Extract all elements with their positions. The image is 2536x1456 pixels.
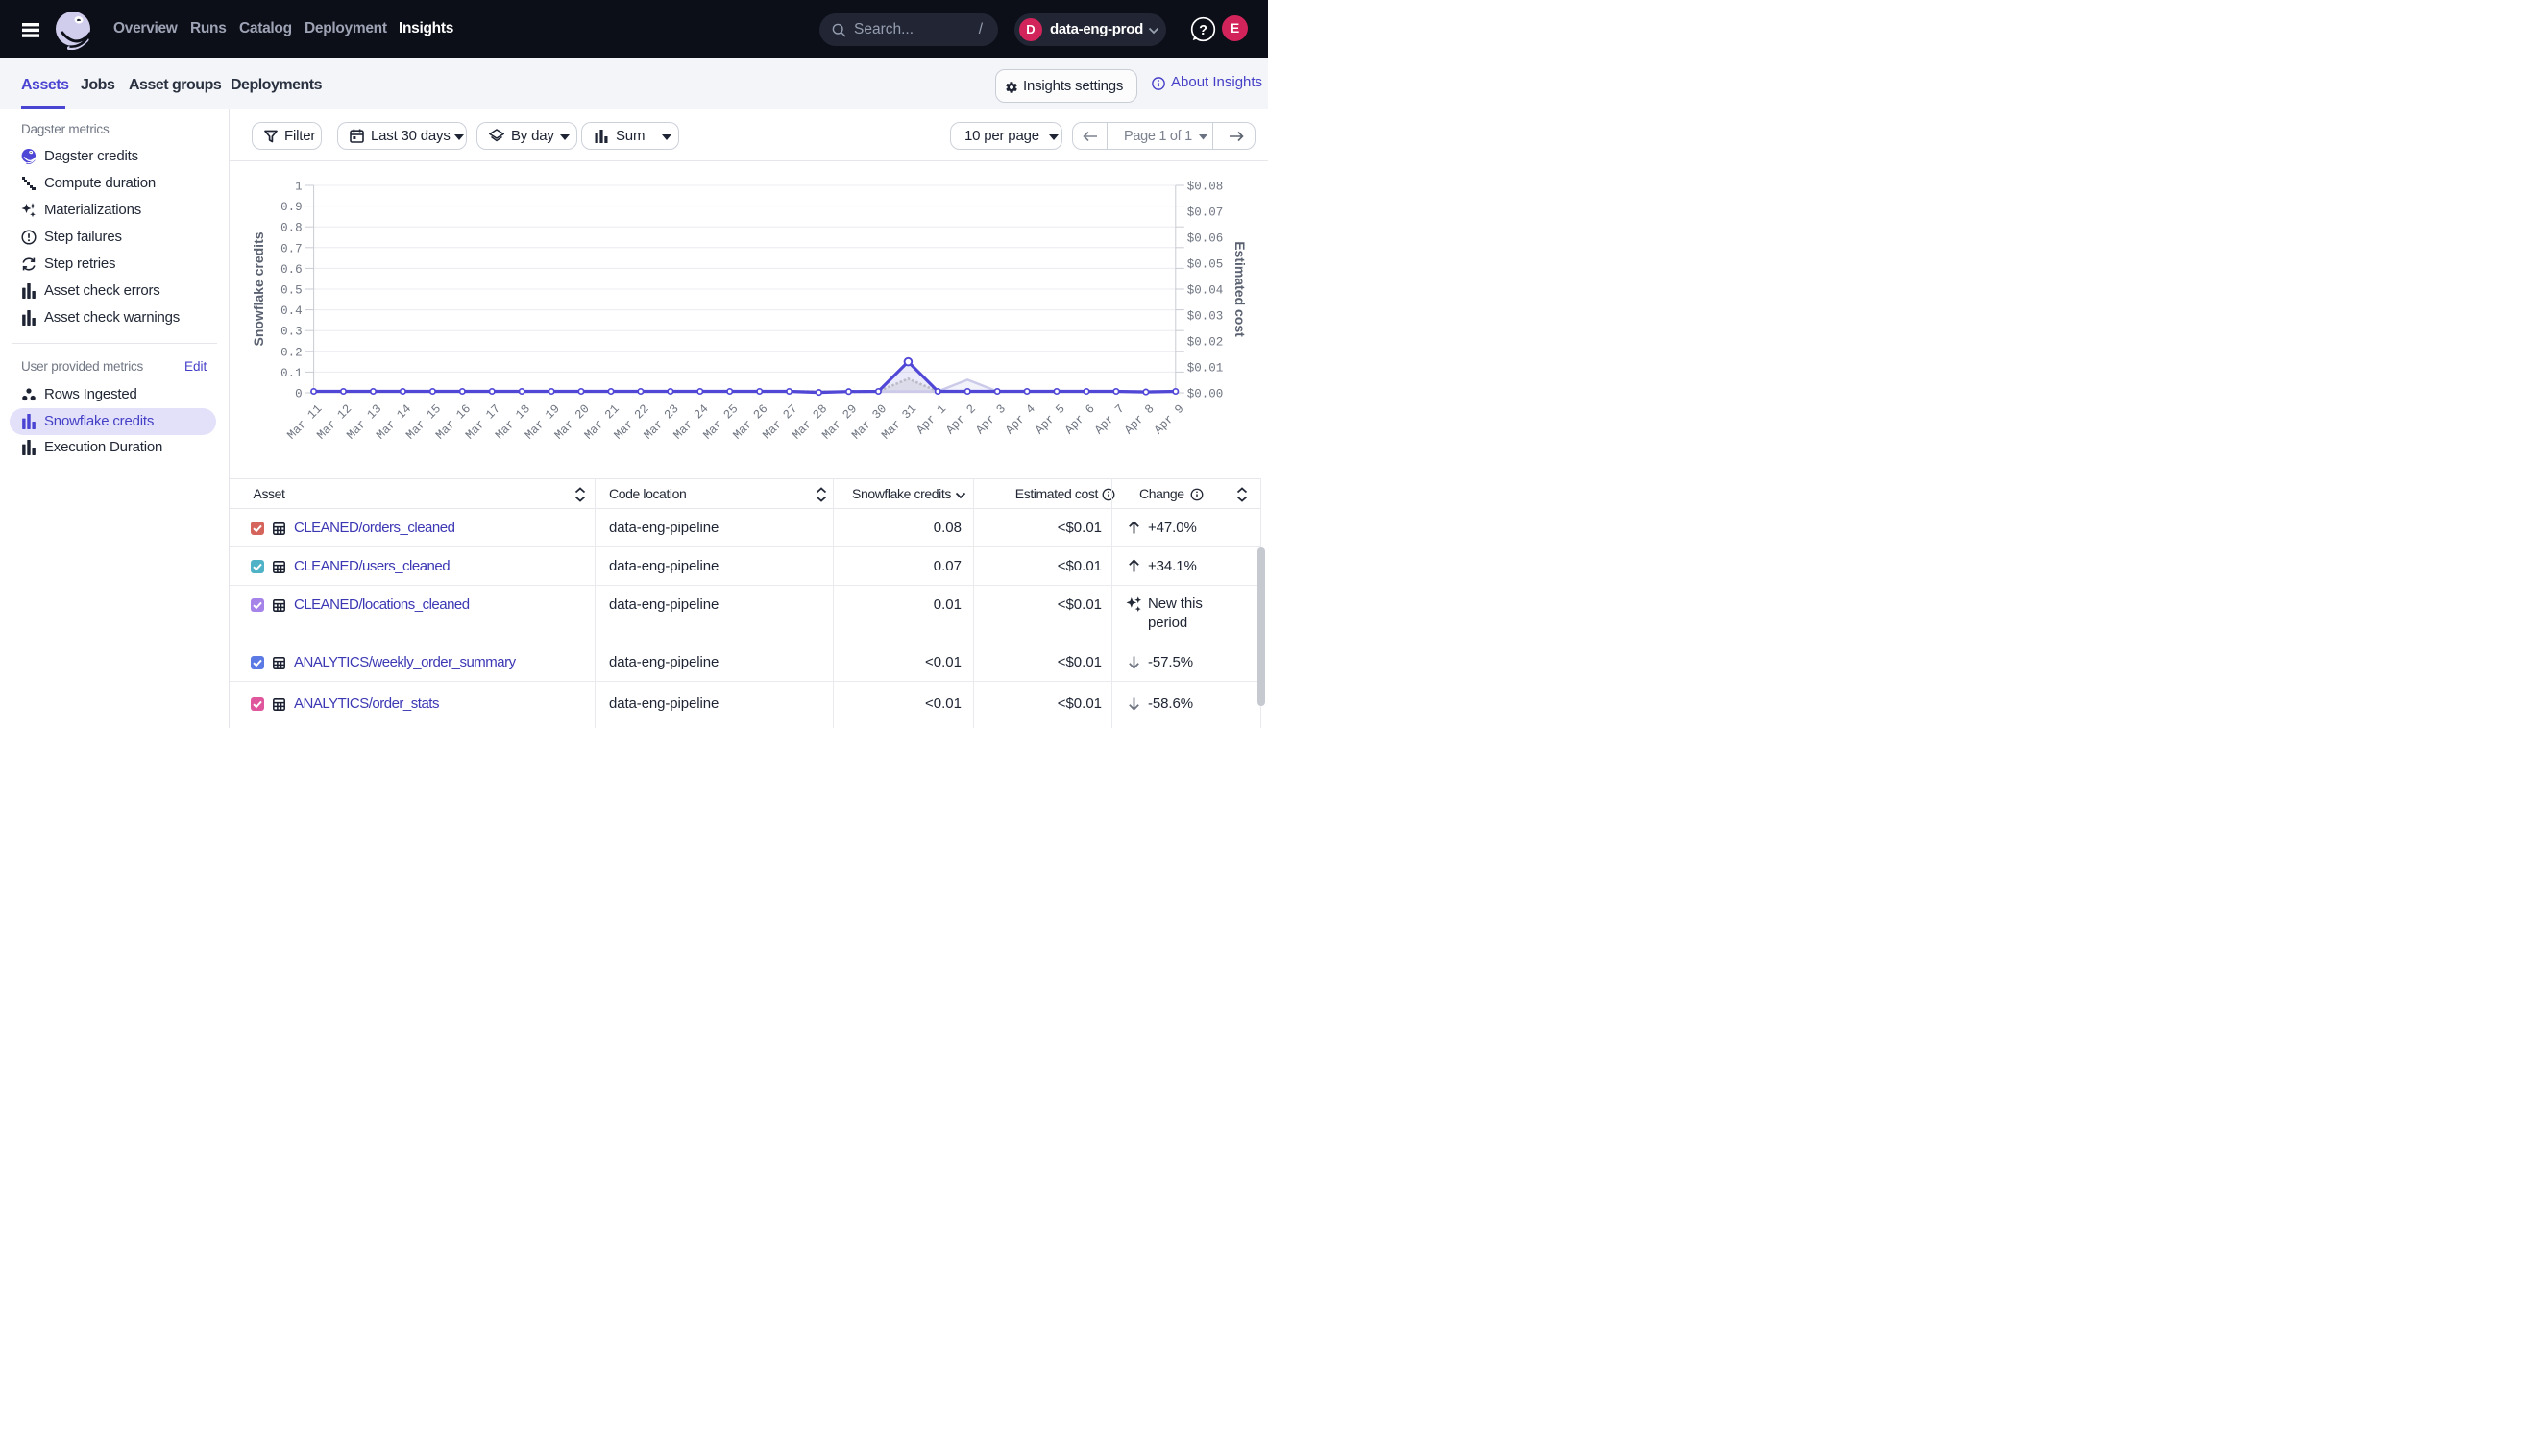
svg-text:Apr 1: Apr 1 — [914, 402, 949, 437]
svg-text:$0.03: $0.03 — [1187, 310, 1224, 324]
svg-text:$0.01: $0.01 — [1187, 362, 1224, 376]
svg-text:?: ? — [1199, 23, 1207, 38]
svg-text:$0.05: $0.05 — [1187, 258, 1224, 272]
svg-text:0.5: 0.5 — [280, 284, 303, 298]
svg-text:Apr 9: Apr 9 — [1152, 402, 1186, 437]
svg-text:Apr 3: Apr 3 — [973, 402, 1008, 437]
svg-text:Apr 2: Apr 2 — [943, 402, 978, 437]
svg-text:$0.08: $0.08 — [1187, 181, 1224, 194]
svg-text:1: 1 — [295, 181, 303, 194]
svg-text:Snowflake credits: Snowflake credits — [251, 231, 266, 346]
svg-text:Apr 7: Apr 7 — [1092, 402, 1127, 437]
svg-text:Apr 4: Apr 4 — [1003, 402, 1037, 437]
svg-text:0.3: 0.3 — [280, 326, 303, 339]
svg-text:$0.07: $0.07 — [1187, 206, 1224, 220]
svg-text:0: 0 — [295, 388, 303, 401]
svg-text:0.2: 0.2 — [280, 346, 303, 359]
svg-text:0.4: 0.4 — [280, 304, 303, 318]
svg-text:$0.00: $0.00 — [1187, 388, 1224, 401]
svg-text:$0.02: $0.02 — [1187, 336, 1224, 350]
svg-text:$0.06: $0.06 — [1187, 232, 1224, 246]
svg-text:Apr 6: Apr 6 — [1062, 402, 1097, 437]
svg-text:0.8: 0.8 — [280, 222, 303, 235]
svg-text:0.1: 0.1 — [280, 367, 303, 380]
svg-text:Apr 5: Apr 5 — [1033, 402, 1067, 437]
svg-text:0.7: 0.7 — [280, 242, 303, 255]
svg-text:Estimated cost: Estimated cost — [1232, 241, 1248, 337]
svg-text:0.9: 0.9 — [280, 201, 303, 214]
svg-text:Apr 8: Apr 8 — [1122, 402, 1157, 437]
svg-text:0.6: 0.6 — [280, 263, 303, 277]
svg-text:$0.04: $0.04 — [1187, 284, 1224, 298]
